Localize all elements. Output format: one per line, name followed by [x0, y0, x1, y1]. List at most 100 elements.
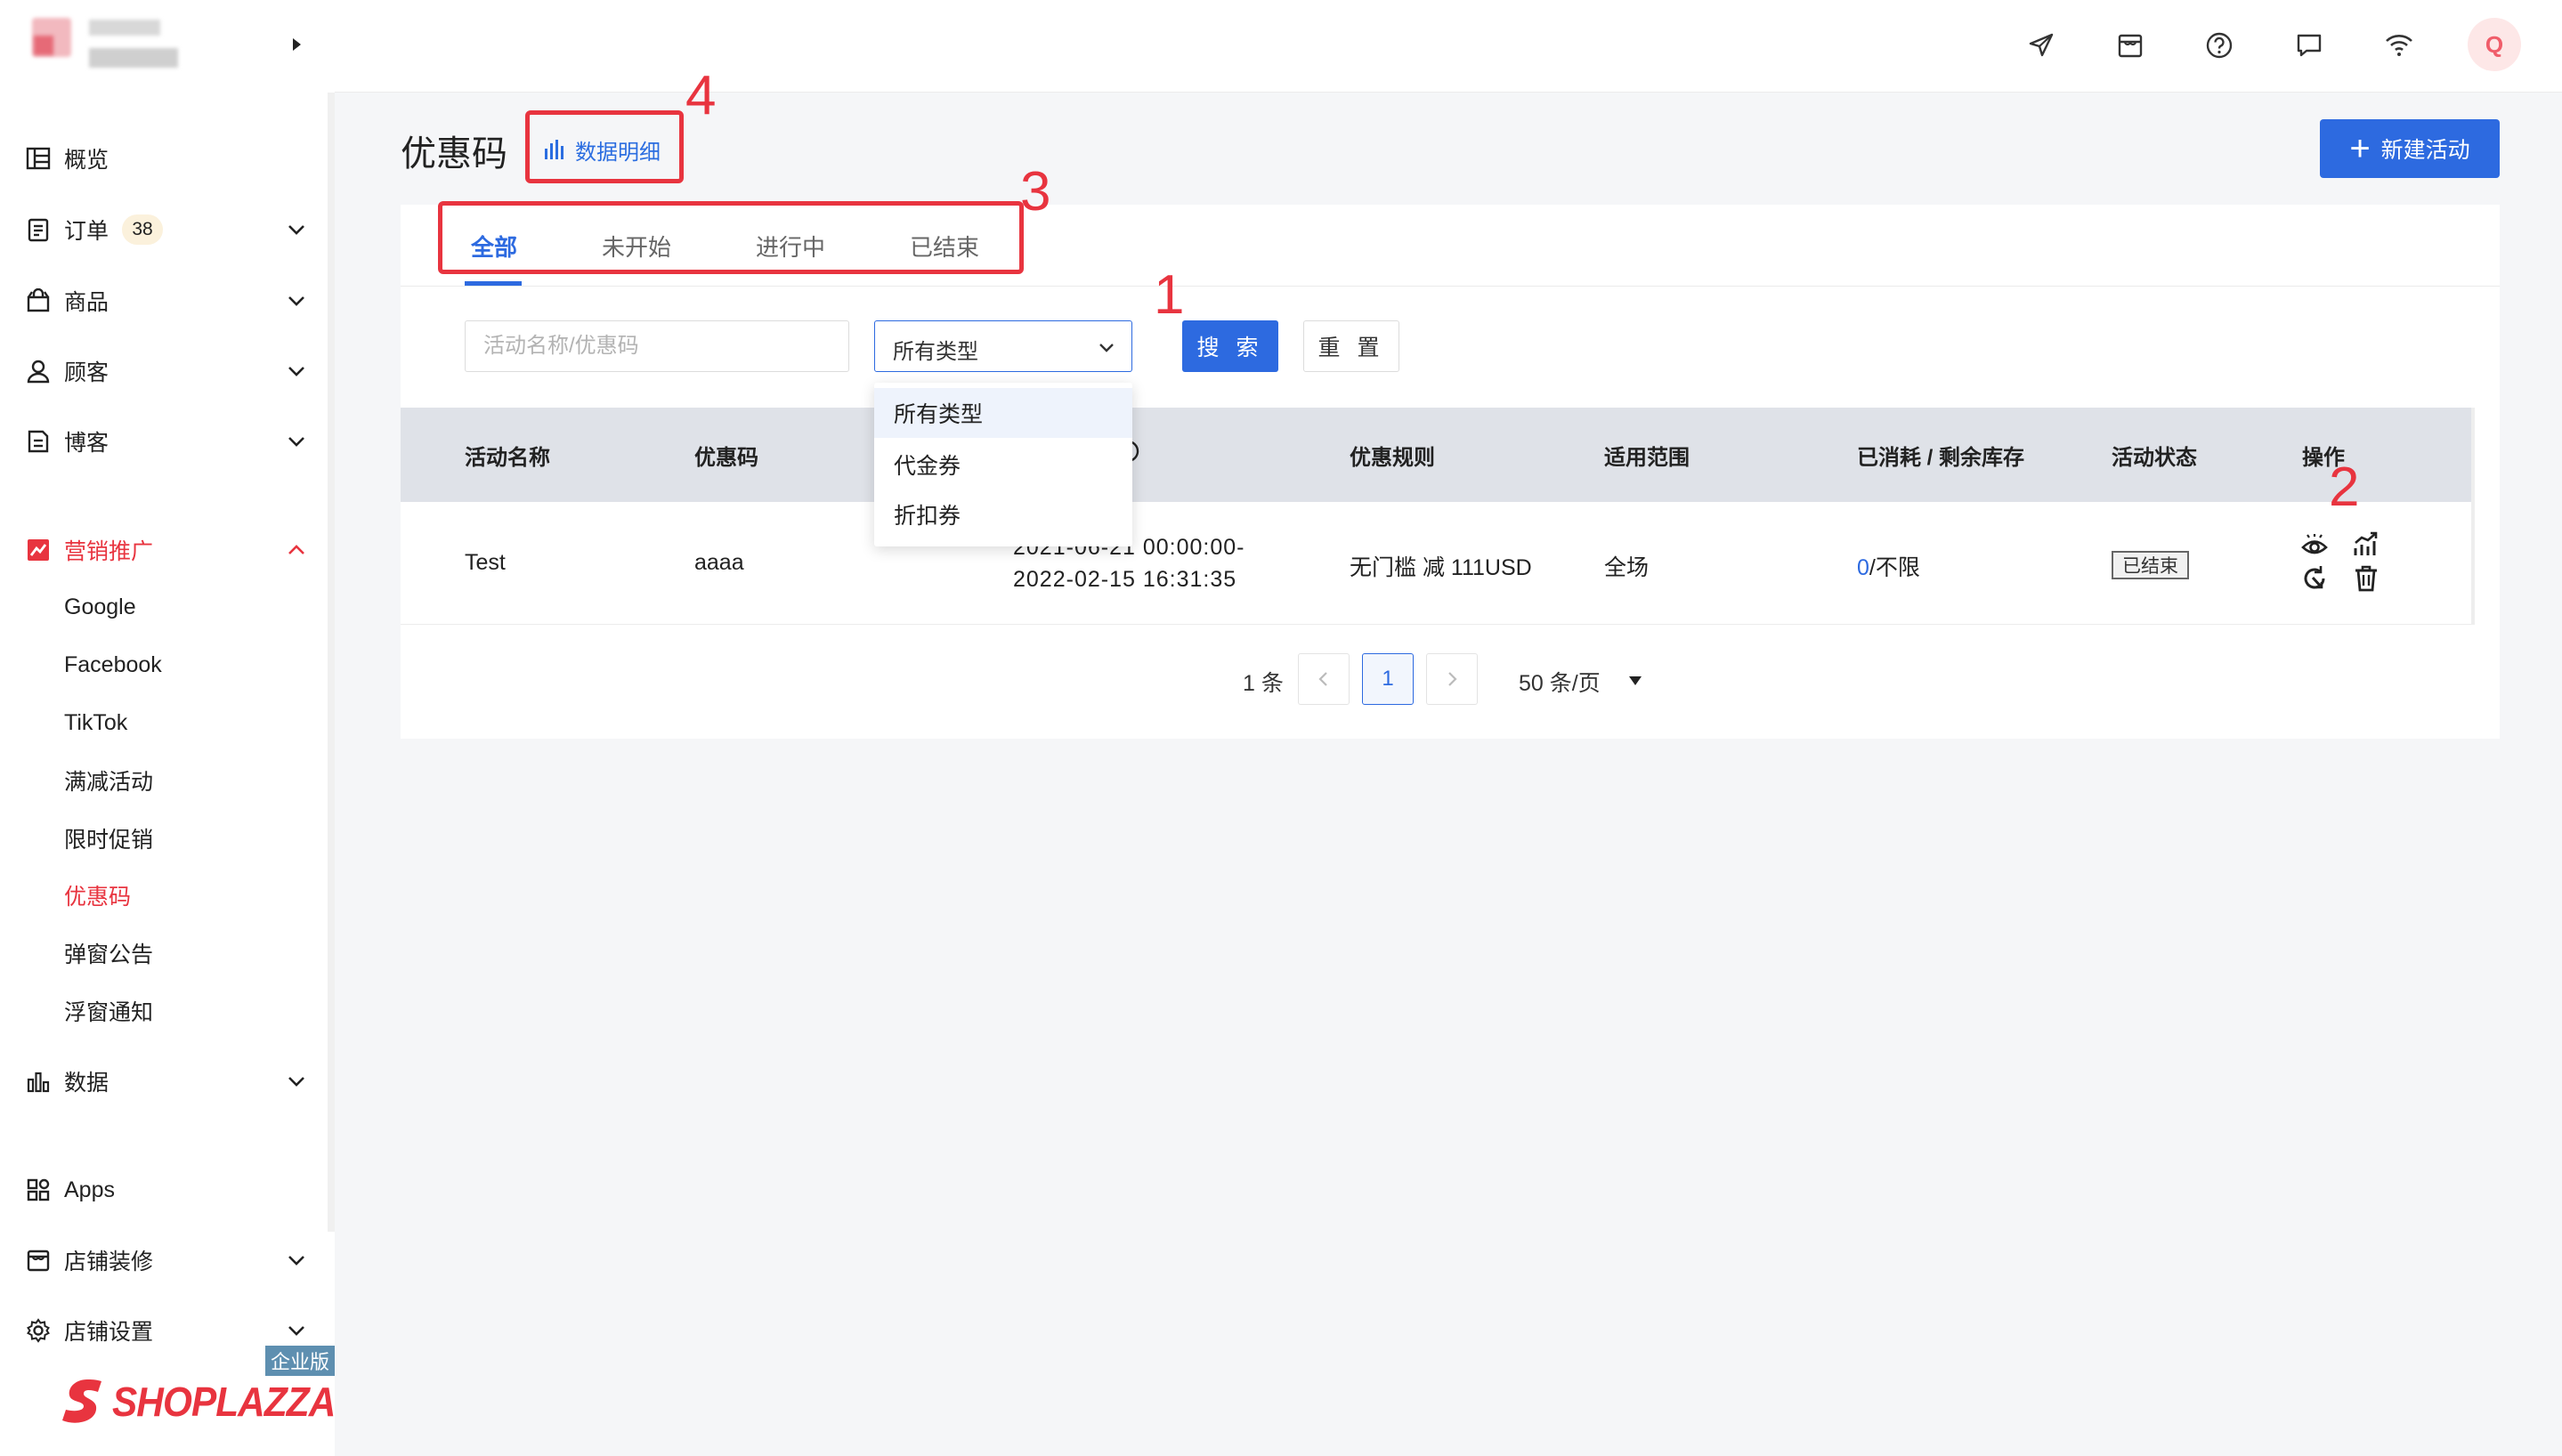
sidebar-subitem-full-reduction[interactable]: 满减活动 — [64, 758, 153, 803]
sidebar-scrollbar[interactable] — [328, 93, 335, 1232]
user-icon — [25, 358, 52, 384]
message-icon[interactable] — [2290, 27, 2328, 64]
annotation-number-2: 2 — [2329, 457, 2360, 518]
brand-name: SHOPLAZZA — [112, 1379, 336, 1425]
eye-icon[interactable] — [2300, 532, 2329, 561]
sidebar-item-label: 数据 — [64, 1071, 109, 1096]
order-count-badge: 38 — [122, 214, 163, 245]
page-size-select[interactable]: 50 条/页 — [1519, 666, 1601, 698]
sidebar-item-label: 订单 — [64, 219, 109, 244]
edition-badge: 企业版 — [265, 1346, 335, 1376]
sidebar-subitem-flash-sale[interactable]: 限时促销 — [64, 816, 153, 861]
chevron-down-icon[interactable] — [287, 220, 306, 239]
copy-refresh-icon[interactable] — [2300, 564, 2329, 593]
active-tab-indicator — [465, 281, 522, 286]
sidebar-item-store-design[interactable]: 店铺装修 — [0, 1232, 328, 1289]
sidebar-item-label: 顾客 — [64, 360, 109, 385]
stock-used-link[interactable]: 0 — [1857, 555, 1869, 580]
sidebar-item-label: 营销推广 — [64, 539, 154, 564]
column-header: 活动名称 — [465, 446, 550, 470]
caret-down-icon[interactable] — [1627, 675, 1643, 692]
sidebar-subitem-google[interactable]: Google — [64, 585, 136, 629]
sidebar-item-products[interactable]: 商品 — [0, 272, 328, 329]
stats-icon[interactable] — [2352, 530, 2380, 559]
activity-name: Test — [465, 550, 506, 575]
status-badge: 已结束 — [2112, 551, 2189, 579]
chevron-down-icon — [1098, 339, 1115, 361]
chevron-down-icon[interactable] — [287, 361, 306, 381]
wifi-icon[interactable] — [2380, 27, 2418, 64]
type-select-value: 所有类型 — [893, 340, 978, 364]
new-activity-button[interactable]: + 新建活动 — [2320, 119, 2500, 178]
sidebar-item-label: 店铺设置 — [64, 1320, 154, 1345]
pagination-page[interactable]: 1 — [1362, 653, 1414, 705]
discount-code: aaaa — [694, 550, 744, 575]
help-icon[interactable] — [2201, 27, 2238, 64]
bar-chart-icon — [25, 1068, 52, 1095]
plus-icon: + — [2349, 129, 2371, 168]
sidebar-subitem-float-notice[interactable]: 浮窗通知 — [64, 989, 153, 1033]
sidebar-item-blog[interactable]: 博客 — [0, 413, 328, 470]
sidebar-subitem-tiktok[interactable]: TikTok — [64, 700, 127, 745]
shoplazza-logo-icon — [61, 1376, 105, 1430]
trash-icon[interactable] — [2352, 564, 2380, 593]
chevron-down-icon[interactable] — [287, 1321, 306, 1340]
storefront-icon[interactable] — [2112, 27, 2149, 64]
annotation-number-3: 3 — [1020, 161, 1051, 222]
chevron-down-icon[interactable] — [287, 1250, 306, 1270]
chevron-left-icon — [1318, 672, 1327, 686]
bag-icon — [25, 287, 52, 314]
gear-icon — [25, 1317, 52, 1344]
pagination-total: 1 条 — [1243, 671, 1284, 696]
order-icon — [25, 216, 52, 243]
time-end: 2022-02-15 16:31:35 — [1013, 567, 1237, 592]
annotation-box-4 — [525, 110, 684, 183]
store-icon — [25, 1247, 52, 1274]
sidebar-item-apps[interactable]: Apps — [0, 1161, 328, 1218]
chevron-right-icon — [1448, 672, 1457, 686]
apps-icon — [25, 1177, 52, 1203]
caret-right-icon[interactable] — [290, 36, 303, 53]
sidebar-item-overview[interactable]: 概览 — [0, 130, 328, 187]
chevron-down-icon[interactable] — [287, 1072, 306, 1091]
sidebar-item-orders[interactable]: 订单 38 — [0, 201, 328, 258]
search-input[interactable] — [465, 320, 849, 372]
stock-cell: 0/不限 — [1857, 550, 1920, 582]
send-icon[interactable] — [2023, 27, 2060, 64]
stock-remaining: /不限 — [1869, 555, 1920, 580]
sidebar-subitem-popup[interactable]: 弹窗公告 — [64, 931, 153, 975]
type-select[interactable]: 所有类型 — [874, 320, 1132, 372]
type-option[interactable]: 代金券 — [874, 440, 1132, 489]
store-domain-blurred — [89, 48, 178, 68]
reset-button[interactable]: 重 置 — [1303, 320, 1399, 372]
annotation-number-1: 1 — [1154, 264, 1185, 326]
pagination-prev[interactable] — [1298, 653, 1350, 705]
column-header: 优惠规则 — [1350, 446, 1435, 470]
sidebar-item-marketing[interactable]: 营销推广 — [0, 522, 328, 578]
dashboard-icon — [25, 145, 52, 172]
type-dropdown: 所有类型 代金券 折扣券 — [874, 383, 1132, 546]
annotation-number-4: 4 — [685, 65, 717, 126]
marketing-icon — [25, 537, 52, 563]
chevron-down-icon[interactable] — [287, 432, 306, 451]
table-scrollbar[interactable] — [2471, 408, 2475, 625]
sidebar-item-label: 店铺装修 — [64, 1250, 154, 1274]
column-header: 适用范围 — [1604, 446, 1690, 470]
type-option[interactable]: 折扣券 — [874, 489, 1132, 539]
blog-icon — [25, 428, 52, 455]
discount-rule: 无门槛 减 111USD — [1350, 555, 1532, 580]
chevron-up-icon[interactable] — [287, 540, 306, 560]
chevron-down-icon[interactable] — [287, 291, 306, 311]
search-button[interactable]: 搜 索 — [1182, 320, 1278, 372]
page-title: 优惠码 — [401, 134, 507, 174]
sidebar-subitem-discount-code[interactable]: 优惠码 — [64, 873, 131, 918]
avatar[interactable]: Q — [2468, 18, 2521, 71]
sidebar-item-data[interactable]: 数据 — [0, 1053, 328, 1110]
type-option[interactable]: 所有类型 — [874, 388, 1132, 438]
pagination-next[interactable] — [1426, 653, 1478, 705]
store-logo[interactable] — [0, 0, 335, 93]
store-name-blurred — [89, 20, 160, 36]
new-activity-label: 新建活动 — [2380, 138, 2470, 163]
sidebar-item-customers[interactable]: 顾客 — [0, 343, 328, 400]
sidebar-subitem-facebook[interactable]: Facebook — [64, 643, 162, 687]
